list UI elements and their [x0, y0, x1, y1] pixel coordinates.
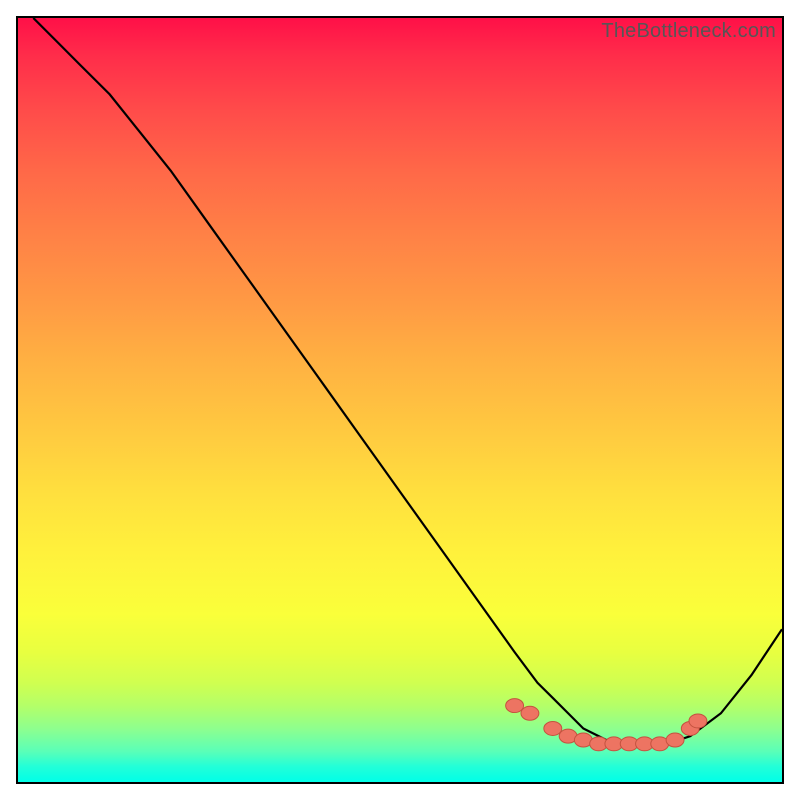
data-marker: [506, 699, 524, 713]
data-marker: [689, 714, 707, 728]
marker-group: [506, 699, 707, 751]
curve-layer: [18, 18, 782, 782]
data-marker: [521, 706, 539, 720]
chart-container: TheBottleneck.com: [0, 0, 800, 800]
bottleneck-curve: [33, 18, 782, 744]
plot-area: TheBottleneck.com: [16, 16, 784, 784]
data-marker: [666, 733, 684, 747]
data-marker: [544, 722, 562, 736]
